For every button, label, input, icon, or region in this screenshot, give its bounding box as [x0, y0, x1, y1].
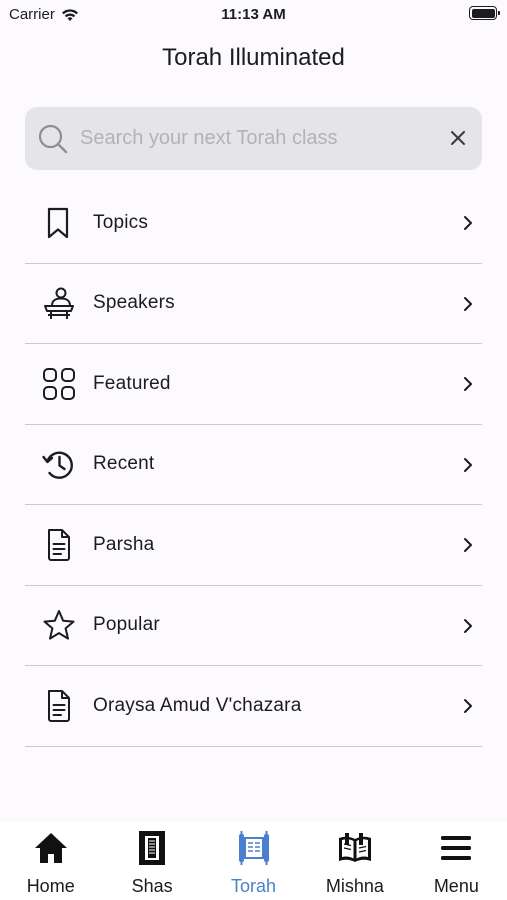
- search-input[interactable]: [80, 107, 440, 170]
- menu-item-label: Recent: [93, 453, 155, 475]
- battery-icon: [469, 6, 500, 20]
- menu-item-label: Featured: [93, 372, 171, 394]
- menu-item-label: Speakers: [93, 292, 175, 314]
- chevron-right-icon: [464, 296, 472, 311]
- tab-label: Mishna: [325, 876, 384, 896]
- chevron-right-icon: [464, 538, 472, 552]
- hamburger-icon: [441, 836, 472, 860]
- tab-mishna[interactable]: Mishna: [304, 822, 405, 900]
- chevron-right-icon: [464, 699, 472, 713]
- shas-icon: [139, 831, 166, 865]
- page-title: Torah Illuminated: [162, 44, 345, 71]
- menu-item-oraysa[interactable]: Oraysa Amud V'chazara: [25, 666, 482, 747]
- menu-item-featured[interactable]: Featured: [25, 344, 482, 425]
- document-icon: [48, 529, 70, 561]
- tab-bar: Home Shas Torah Mishna Menu: [0, 822, 507, 900]
- menu-item-label: Topics: [93, 211, 149, 233]
- menu-item-label: Popular: [93, 614, 160, 636]
- tab-label: Shas: [131, 876, 173, 896]
- history-icon: [42, 451, 73, 479]
- book-icon: [338, 833, 371, 862]
- chevron-right-icon: [464, 216, 472, 230]
- grid-icon: [43, 368, 75, 400]
- chevron-right-icon: [464, 618, 472, 633]
- torah-scroll-icon: [238, 831, 269, 865]
- home-icon: [34, 833, 67, 863]
- search-icon: [38, 124, 68, 154]
- menu-item-popular[interactable]: Popular: [25, 586, 482, 666]
- speaker-icon: [44, 287, 74, 319]
- menu-item-recent[interactable]: Recent: [25, 425, 482, 505]
- tab-home[interactable]: Home: [0, 822, 101, 900]
- menu-item-label: Parsha: [93, 533, 155, 555]
- star-icon: [43, 609, 75, 640]
- menu-item-parsha[interactable]: Parsha: [25, 505, 482, 586]
- status-time: 11:13 AM: [221, 6, 286, 23]
- menu-item-speakers[interactable]: Speakers: [25, 264, 482, 344]
- clear-icon[interactable]: [448, 128, 468, 148]
- menu-item-label: Oraysa Amud V'chazara: [93, 694, 302, 716]
- menu-list: Topics Speakers Featured Recent Parsha P…: [25, 183, 482, 747]
- tab-shas[interactable]: Shas: [101, 822, 202, 900]
- tab-label: Home: [26, 876, 75, 896]
- app-screen: Carrier 11:13 AM Torah Illuminated Searc…: [0, 0, 507, 900]
- search-bar[interactable]: [25, 107, 482, 170]
- chevron-right-icon: [464, 377, 472, 391]
- tab-label: Menu: [433, 876, 479, 896]
- chevron-right-icon: [464, 457, 472, 472]
- tab-label: Torah: [231, 876, 277, 896]
- tab-menu[interactable]: Menu: [406, 822, 507, 900]
- tab-torah[interactable]: Torah: [203, 822, 304, 900]
- document-icon: [48, 690, 70, 722]
- bookmark-icon: [47, 207, 69, 239]
- menu-item-topics[interactable]: Topics: [25, 183, 482, 264]
- status-bar: Carrier 11:13 AM: [0, 0, 507, 30]
